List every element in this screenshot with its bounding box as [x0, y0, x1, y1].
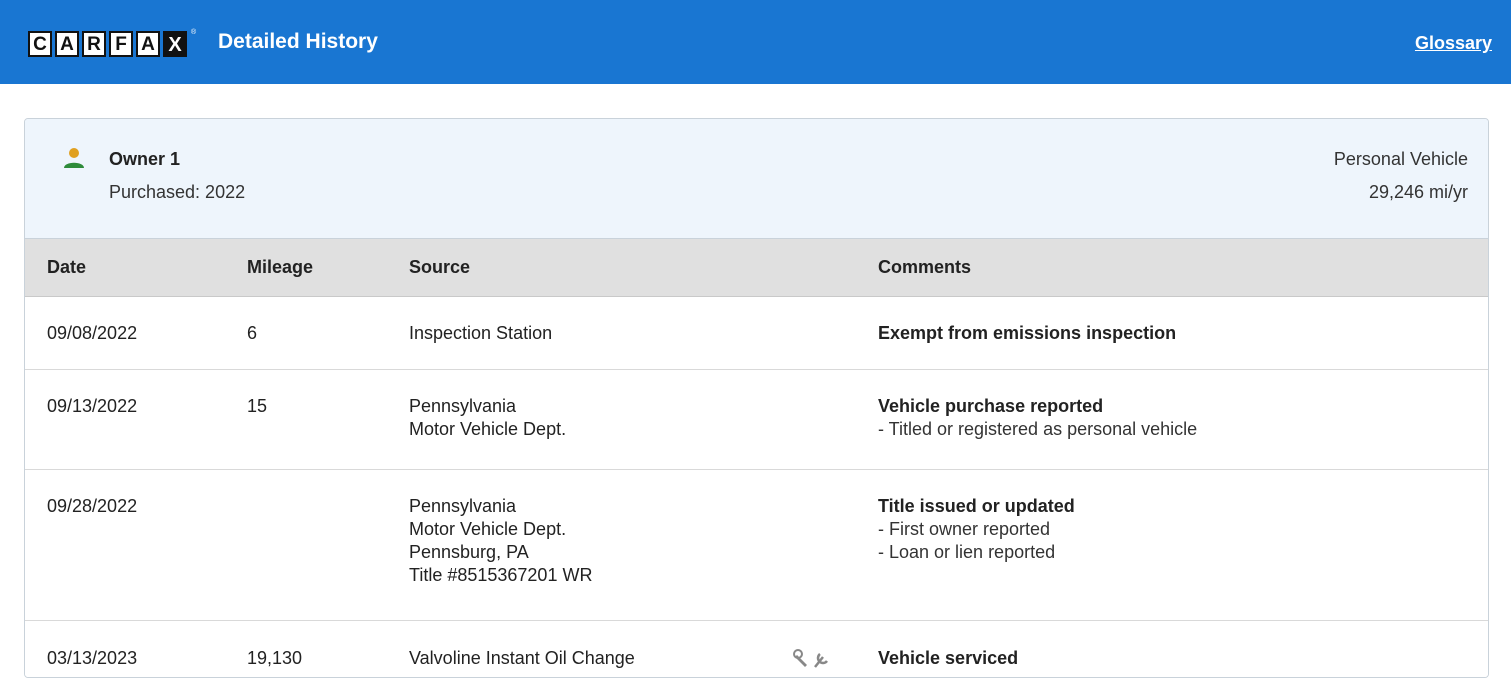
person-icon: [64, 148, 84, 168]
mileage-per-year: 29,246 mi/yr: [1368, 182, 1468, 202]
row-comments: Vehicle serviced: [878, 647, 1018, 670]
logo-letter: X: [163, 31, 187, 57]
row-comments: Title issued or updated - First owner re…: [878, 495, 1075, 564]
source-line: Pennsburg, PA: [409, 542, 529, 562]
wrench-icon: [793, 649, 828, 668]
row-mileage: 6: [247, 323, 258, 343]
source-line: Pennsylvania: [409, 396, 517, 416]
row-date: 09/13/2022: [47, 396, 138, 416]
row-source: Valvoline Instant Oil Change: [409, 647, 635, 670]
table-row: 09/08/2022 6 Inspection Station Exempt f…: [25, 297, 1488, 370]
table-row: 03/13/2023 19,130 Valvoline Instant Oil …: [25, 621, 1488, 677]
comment-detail: - Titled or registered as personal vehic…: [878, 419, 1198, 439]
logo-letter: A: [136, 31, 160, 57]
table-row: 09/13/2022 15 Pennsylvania Motor Vehicle…: [25, 370, 1488, 470]
row-mileage: 19,130: [247, 648, 303, 668]
page-title: Detailed History: [218, 30, 378, 53]
table-header: Date Mileage Source Comments: [25, 239, 1488, 297]
column-header-source: Source: [409, 257, 471, 277]
row-date: 09/28/2022: [47, 496, 138, 516]
comment-title: Title issued or updated: [878, 496, 1075, 516]
logo-letter: A: [55, 31, 79, 57]
row-comments: Exempt from emissions inspection: [878, 322, 1176, 345]
app-header: C A R F A X ® Detailed History Glossary: [0, 0, 1511, 84]
column-header-mileage: Mileage: [247, 257, 314, 277]
column-header-comments: Comments: [878, 257, 972, 277]
source-line: Motor Vehicle Dept.: [409, 519, 567, 539]
row-comments: Vehicle purchase reported - Titled or re…: [878, 395, 1197, 441]
row-source: Inspection Station: [409, 322, 552, 345]
comment-title: Vehicle purchase reported: [878, 396, 1104, 416]
row-source: Pennsylvania Motor Vehicle Dept.: [409, 395, 566, 441]
logo-letter: R: [82, 31, 106, 57]
source-line: Pennsylvania: [409, 496, 517, 516]
owner-purchased: Purchased: 2022: [109, 182, 246, 202]
table-row: 09/28/2022 Pennsylvania Motor Vehicle De…: [25, 470, 1488, 621]
comment-detail: - First owner reported: [878, 519, 1051, 539]
source-line: Inspection Station: [409, 323, 553, 343]
row-source: Pennsylvania Motor Vehicle Dept. Pennsbu…: [409, 495, 592, 587]
row-mileage: 15: [247, 396, 268, 416]
registered-mark: ®: [191, 29, 197, 36]
carfax-logo[interactable]: C A R F A X ®: [28, 29, 197, 57]
comment-title: Exempt from emissions inspection: [878, 323, 1177, 343]
source-line: Valvoline Instant Oil Change: [409, 648, 635, 668]
comment-detail: - Loan or lien reported: [878, 542, 1056, 562]
source-line: Title #8515367201 WR: [409, 565, 593, 585]
column-header-date: Date: [47, 257, 87, 277]
logo-letter: F: [109, 31, 133, 57]
logo-letter: C: [28, 31, 52, 57]
owner-name: Owner 1: [109, 149, 181, 169]
source-line: Motor Vehicle Dept.: [409, 419, 567, 439]
row-date: 03/13/2023: [47, 648, 138, 668]
row-date: 09/08/2022: [47, 323, 138, 343]
owner-summary: Owner 1 Purchased: 2022 Personal Vehicle…: [25, 119, 1488, 239]
comment-title: Vehicle serviced: [878, 648, 1019, 668]
vehicle-usage: Personal Vehicle: [1333, 149, 1468, 169]
glossary-link[interactable]: Glossary: [1415, 33, 1492, 54]
history-card: Owner 1 Purchased: 2022 Personal Vehicle…: [24, 118, 1489, 678]
